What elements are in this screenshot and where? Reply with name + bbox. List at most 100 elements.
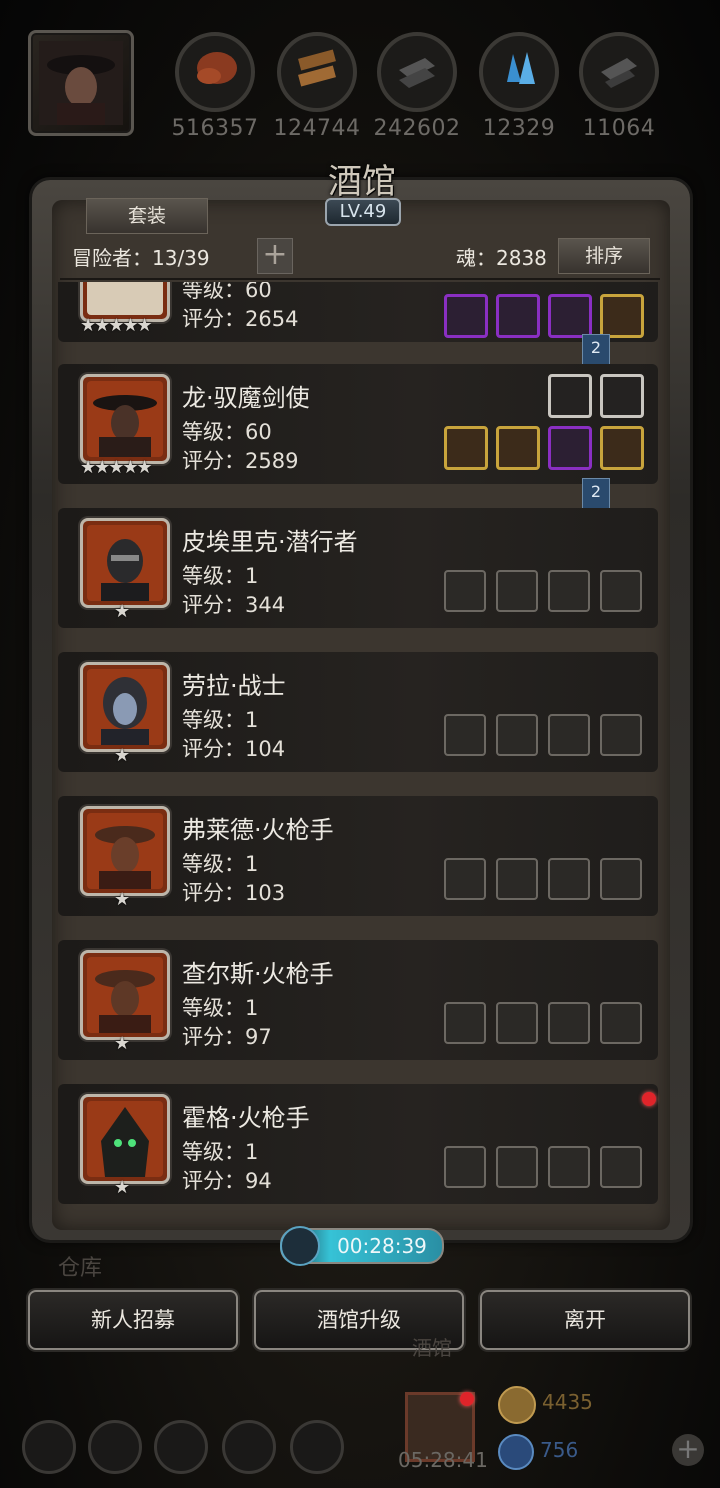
- wood-icon: [277, 32, 357, 112]
- add-accessory-slot-icon[interactable]: [548, 1002, 590, 1044]
- hero-score: 评分：103: [182, 881, 286, 905]
- wood-plank-icon[interactable]: [600, 426, 644, 470]
- gunner-portrait-icon: [95, 826, 155, 889]
- add-armor-slot-icon[interactable]: [496, 1002, 538, 1044]
- helmet-icon[interactable]: [496, 426, 540, 470]
- boots-icon[interactable]: [600, 294, 644, 338]
- armor-icon[interactable]: [496, 294, 540, 338]
- hero-score: 评分：344: [182, 593, 286, 617]
- diamond-amount: 756: [540, 1438, 579, 1462]
- avatar-portrait-icon: [39, 41, 123, 125]
- iron-icon: [377, 32, 457, 112]
- add-armor-slot-icon[interactable]: [496, 1146, 538, 1188]
- hero-level: 等级：1: [182, 564, 259, 588]
- add-accessory-slot-icon[interactable]: [600, 714, 642, 756]
- gift-notification-dot: [460, 1392, 474, 1406]
- hero-portrait: [80, 662, 170, 752]
- hero-card[interactable]: ★ 霍格·火枪手 等级：1 评分：94: [58, 1084, 658, 1204]
- hero-card[interactable]: ★★★★★ 等级：60 评分：2654: [58, 282, 658, 342]
- gold-amount: 4435: [542, 1390, 593, 1414]
- hero-level: 等级：1: [182, 708, 259, 732]
- add-accessory-slot-icon[interactable]: [600, 570, 642, 612]
- warrior-portrait-icon: [101, 677, 149, 745]
- divider: [60, 278, 660, 280]
- add-accessory-slot-icon[interactable]: [600, 858, 642, 900]
- build-icon[interactable]: [154, 1420, 208, 1474]
- sort-button[interactable]: 排序: [558, 238, 650, 274]
- add-accessory-slot-icon[interactable]: [548, 714, 590, 756]
- add-weapon-slot-icon[interactable]: [444, 858, 486, 900]
- weapon-slot-icon[interactable]: [444, 570, 486, 612]
- leave-button[interactable]: 离开: [480, 1290, 690, 1350]
- hero-score: 评分：104: [182, 737, 286, 761]
- gem-icon[interactable]: [548, 294, 592, 338]
- hero-card[interactable]: ★ 弗莱德·火枪手 等级：1 评分：103: [58, 796, 658, 916]
- tavern-level-badge: LV.49: [325, 198, 401, 226]
- hero-icon[interactable]: [88, 1420, 142, 1474]
- resource-wood: 124744: [272, 32, 362, 142]
- bg-label-tavern: 酒馆: [412, 1336, 452, 1360]
- soul-count: 魂：2838: [456, 246, 547, 270]
- hero-portrait: [80, 518, 170, 608]
- recruit-button[interactable]: 新人招募: [28, 1290, 238, 1350]
- hero-card[interactable]: ★ 劳拉·战士 等级：1 评分：104: [58, 652, 658, 772]
- map-icon[interactable]: [290, 1420, 344, 1474]
- wood-amount: 124744: [273, 116, 361, 141]
- iron-amount: 242602: [373, 116, 461, 141]
- hero-score: 评分：2589: [182, 449, 299, 473]
- add-currency-button[interactable]: +: [672, 1434, 704, 1466]
- hero-card[interactable]: ★ 皮埃里克·潜行者 等级：1 评分：344: [58, 508, 658, 628]
- hooded-gunner-portrait-icon: [101, 1107, 149, 1177]
- ore-amount: 11064: [582, 116, 656, 141]
- set-button[interactable]: 套装: [86, 198, 208, 234]
- rogue-portrait-icon: [101, 539, 149, 601]
- add-accessory-slot-icon[interactable]: [548, 570, 590, 612]
- hero-level: 等级：60: [182, 420, 272, 444]
- add-accessory-slot-icon[interactable]: [600, 1002, 642, 1044]
- add-accessory-slot-icon[interactable]: [600, 1146, 642, 1188]
- hero-name: 霍格·火枪手: [182, 1104, 310, 1132]
- meat-amount: 516357: [171, 116, 259, 141]
- add-armor-slot-icon[interactable]: [496, 570, 538, 612]
- hero-level: 等级：60: [182, 282, 272, 302]
- crystal-amount: 12329: [482, 116, 556, 141]
- meat-icon: [175, 32, 255, 112]
- hero-name: 龙·驭魔剑使: [182, 384, 310, 412]
- hero-name: 查尔斯·火枪手: [182, 960, 334, 988]
- gunner-portrait-icon: [95, 970, 155, 1033]
- hero-list[interactable]: ★★★★★ 等级：60 评分：2654 2 ★★★★★ 龙·驭魔剑使 等级：60…: [58, 282, 664, 1232]
- add-adventurer-button[interactable]: +: [257, 238, 293, 274]
- add-armor-slot-icon[interactable]: [496, 714, 538, 756]
- crystal-icon: [479, 32, 559, 112]
- staff-icon[interactable]: [444, 426, 488, 470]
- settings-icon[interactable]: [22, 1420, 76, 1474]
- gold-coin-icon: [498, 1386, 536, 1424]
- hero-portrait: [80, 950, 170, 1040]
- hero-card[interactable]: ★ 查尔斯·火枪手 等级：1 评分：97: [58, 940, 658, 1060]
- wood-plank-icon[interactable]: [548, 426, 592, 470]
- hero-name: 皮埃里克·潜行者: [182, 528, 358, 556]
- add-armor-slot-icon[interactable]: [496, 858, 538, 900]
- gift-timer: 05:28:41: [398, 1448, 488, 1472]
- hero-level: 等级：1: [182, 996, 259, 1020]
- add-weapon-slot-icon[interactable]: [444, 714, 486, 756]
- hero-portrait: [80, 374, 170, 464]
- diamond-icon: [498, 1434, 534, 1470]
- star-rating: ★★★★★: [80, 457, 153, 478]
- hammer-icon[interactable]: [444, 294, 488, 338]
- add-weapon-slot-icon[interactable]: [444, 1002, 486, 1044]
- mail-icon[interactable]: [222, 1420, 276, 1474]
- resource-ore: 11064: [574, 32, 664, 142]
- hero-card[interactable]: ★★★★★ 龙·驭魔剑使 等级：60 评分：2589: [58, 364, 658, 484]
- top-bar: 516357 124744 242602 12329 11064: [0, 0, 720, 150]
- add-accessory-slot-icon[interactable]: [548, 1146, 590, 1188]
- swordsman-portrait-icon: [93, 395, 157, 457]
- feather-icon[interactable]: [548, 374, 592, 418]
- add-weapon-slot-icon[interactable]: [444, 1146, 486, 1188]
- notification-dot: [642, 1092, 656, 1106]
- add-accessory-slot-icon[interactable]: [548, 858, 590, 900]
- hero-score: 评分：97: [182, 1025, 272, 1049]
- player-avatar[interactable]: [28, 30, 134, 136]
- bottom-bar: [0, 1380, 720, 1488]
- emblem-icon[interactable]: [600, 374, 644, 418]
